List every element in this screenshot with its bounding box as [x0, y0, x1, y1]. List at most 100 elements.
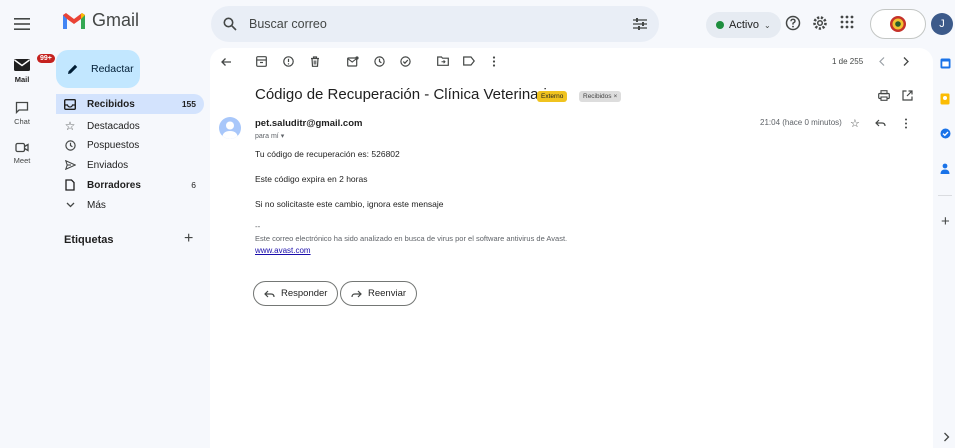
contacts-icon[interactable] — [940, 163, 952, 175]
rail-meet[interactable]: Meet — [0, 142, 44, 165]
sidebar-item-label: Destacados — [87, 120, 140, 132]
top-bar: Gmail Buscar correo Activo ⌄ J — [0, 0, 955, 48]
rail-mail-label: Mail — [14, 75, 30, 84]
sidebar-item-drafts[interactable]: Borradores 6 — [56, 175, 204, 195]
side-panel-divider — [938, 195, 952, 196]
sidebar-item-label: Recibidos — [87, 98, 135, 110]
signature-separator: -- — [255, 222, 261, 231]
forward-button[interactable]: Reenviar — [340, 281, 418, 306]
recipient-details[interactable]: para mí ▾ — [255, 132, 284, 140]
labels-heading: Etiquetas — [64, 234, 114, 246]
clock-icon — [64, 139, 76, 151]
rail-chat[interactable]: Chat — [0, 101, 44, 126]
calendar-icon[interactable] — [940, 58, 952, 70]
sidebar-item-inbox[interactable]: Recibidos 155 — [56, 94, 204, 114]
forward-icon — [351, 290, 362, 297]
sender-avatar[interactable] — [219, 117, 241, 139]
sidebar-item-starred[interactable]: ☆ Destacados — [56, 116, 204, 136]
reply-icon — [264, 290, 275, 297]
settings-icon[interactable] — [812, 15, 830, 33]
app-name: Gmail — [92, 10, 140, 30]
add-label-icon[interactable]: + — [184, 230, 193, 248]
inbox-tag: Recibidos × — [579, 91, 622, 102]
message-pane — [210, 48, 933, 448]
inbox-count: 155 — [181, 99, 196, 109]
add-addon-icon[interactable]: + — [941, 213, 950, 230]
snooze-icon[interactable] — [374, 56, 386, 68]
drafts-count: 6 — [191, 180, 196, 190]
reply-icon[interactable] — [875, 119, 886, 127]
send-icon — [64, 159, 76, 171]
archive-icon[interactable] — [256, 56, 268, 68]
sidebar-item-more[interactable]: Más — [56, 195, 204, 215]
sidebar-item-snoozed[interactable]: Pospuestos — [56, 135, 204, 155]
video-icon — [15, 142, 29, 153]
external-tag: Externo — [537, 91, 568, 102]
status-dot-icon — [716, 21, 724, 29]
forward-label: Reenviar — [368, 288, 407, 299]
search-input[interactable]: Buscar correo — [249, 17, 633, 31]
menu-icon[interactable] — [10, 12, 34, 36]
reply-button[interactable]: Responder — [253, 281, 339, 306]
gmail-logo[interactable]: Gmail — [62, 10, 139, 31]
move-to-icon[interactable] — [437, 56, 449, 68]
org-seal-icon — [890, 16, 906, 32]
avatar[interactable]: J — [931, 13, 953, 35]
body-line: Tu código de recuperación es: 526802 — [255, 149, 400, 159]
mark-unread-icon[interactable] — [347, 56, 359, 68]
status-label: Activo — [729, 19, 759, 31]
close-icon[interactable]: × — [614, 93, 618, 100]
apps-icon[interactable] — [840, 15, 858, 33]
inbox-tag-label: Recibidos — [583, 93, 612, 100]
reply-label: Responder — [281, 288, 328, 299]
next-icon[interactable] — [902, 56, 914, 68]
to-me-label: para mí — [255, 133, 279, 140]
sidebar-item-label: Más — [87, 199, 106, 211]
print-icon[interactable] — [878, 90, 890, 101]
rail-chat-label: Chat — [14, 117, 30, 126]
status-selector[interactable]: Activo ⌄ — [706, 12, 781, 38]
mail-badge: 99+ — [37, 54, 55, 63]
sidebar-item-label: Enviados — [87, 159, 129, 171]
report-spam-icon[interactable] — [283, 56, 295, 68]
body-line: Este código expira en 2 horas — [255, 174, 368, 184]
open-new-window-icon[interactable] — [902, 90, 913, 101]
organization-logo[interactable] — [870, 9, 926, 39]
body-line: Si no solicitaste este cambio, ignora es… — [255, 199, 444, 209]
previous-icon[interactable] — [878, 56, 890, 68]
person-icon — [222, 121, 238, 139]
chat-icon — [15, 101, 29, 114]
compose-button[interactable]: Redactar — [56, 50, 140, 88]
more-vertical-icon[interactable] — [904, 118, 908, 129]
chevron-down-icon — [64, 199, 76, 211]
star-icon[interactable]: ☆ — [850, 117, 860, 130]
add-task-icon[interactable] — [400, 56, 412, 68]
more-vertical-icon[interactable] — [492, 56, 504, 68]
filter-icon[interactable] — [633, 18, 647, 30]
sender-email[interactable]: pet.saluditr@gmail.com — [255, 118, 362, 129]
help-icon[interactable] — [785, 15, 803, 33]
gmail-m-icon — [63, 12, 85, 29]
keep-icon[interactable] — [940, 93, 952, 105]
message-timestamp: 21:04 (hace 0 minutos) — [760, 118, 842, 127]
label-icon[interactable] — [463, 56, 475, 68]
sidebar-item-label: Borradores — [87, 179, 141, 191]
mail-icon: 99+ — [13, 54, 55, 72]
draft-icon — [64, 179, 76, 191]
chevron-down-icon: ⌄ — [763, 20, 771, 30]
antivirus-note: Este correo electrónico ha sido analizad… — [255, 234, 568, 243]
compose-label: Redactar — [91, 63, 134, 75]
email-subject: Código de Recuperación - Clínica Veterin… — [255, 86, 556, 103]
back-arrow-icon[interactable] — [220, 56, 232, 68]
inbox-icon — [64, 98, 76, 110]
tasks-icon[interactable] — [940, 128, 952, 140]
expand-panel-icon[interactable] — [943, 432, 950, 442]
sidebar-item-label: Pospuestos — [87, 139, 140, 151]
rail-mail[interactable]: 99+ Mail — [0, 54, 55, 84]
avast-link[interactable]: www.avast.com — [255, 246, 311, 255]
delete-icon[interactable] — [310, 56, 322, 68]
search-bar[interactable]: Buscar correo — [211, 6, 659, 42]
search-icon[interactable] — [223, 17, 237, 31]
pencil-icon — [68, 64, 78, 74]
sidebar-item-sent[interactable]: Enviados — [56, 155, 204, 175]
